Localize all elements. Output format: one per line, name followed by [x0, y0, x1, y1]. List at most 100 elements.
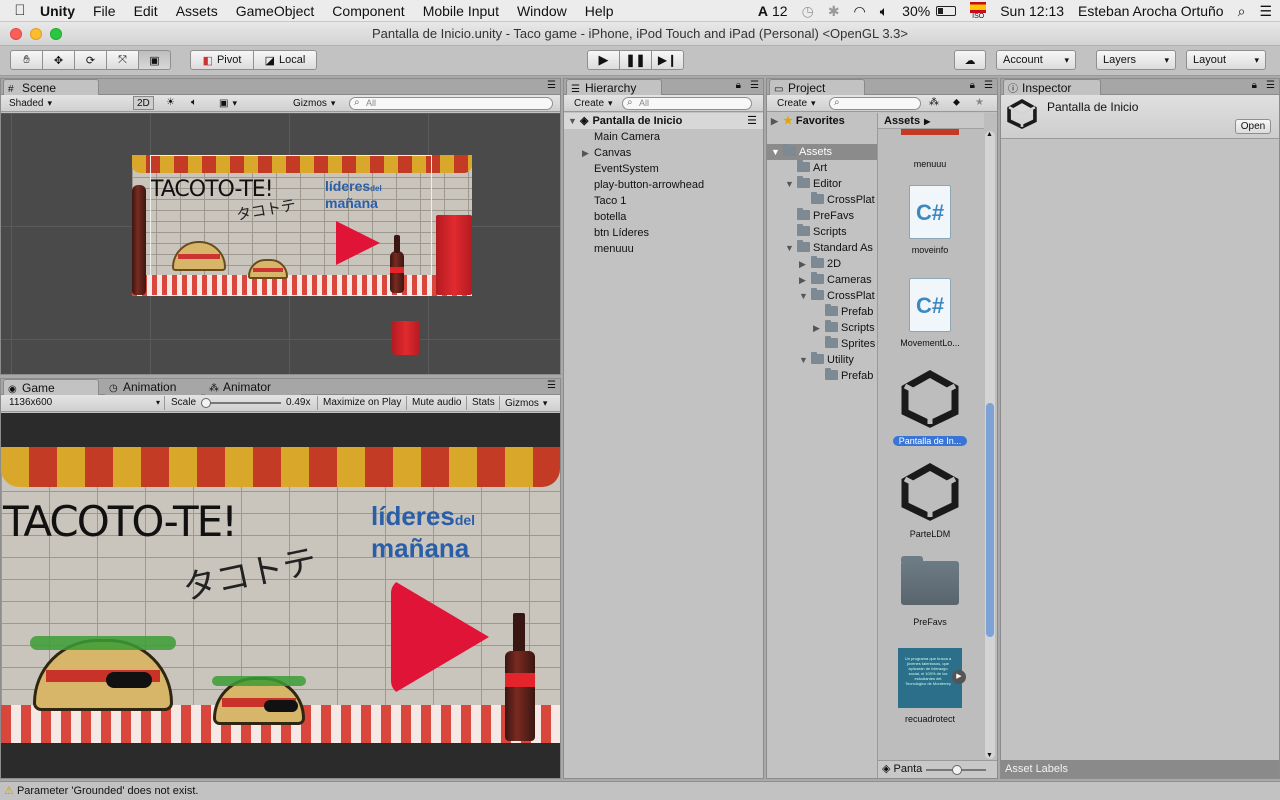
- time-machine-icon[interactable]: ◷: [802, 3, 814, 20]
- menu-file[interactable]: File: [93, 3, 116, 19]
- menu-component[interactable]: Component: [332, 3, 404, 19]
- hierarchy-create-dropdown[interactable]: Create: [574, 96, 613, 110]
- cloud-button[interactable]: ☁: [954, 50, 986, 70]
- menu-mobile-input[interactable]: Mobile Input: [423, 3, 499, 19]
- asset-scrollbar[interactable]: ▲ ▼: [985, 131, 995, 759]
- project-folder[interactable]: Scripts: [797, 224, 847, 240]
- local-toggle[interactable]: ◪ Local: [253, 50, 317, 70]
- play-button[interactable]: ▶: [587, 50, 620, 70]
- panel-menu-icon[interactable]: ☰: [1266, 80, 1275, 91]
- asset-scrollbar-thumb[interactable]: [986, 403, 994, 637]
- step-button[interactable]: ▶❙: [651, 50, 684, 70]
- scroll-down-icon[interactable]: ▼: [986, 752, 993, 759]
- asset-tile-selected[interactable]: Pantalla de In...: [885, 369, 975, 446]
- layers-dropdown[interactable]: Layers: [1096, 50, 1176, 70]
- move-tool-button[interactable]: ✥: [42, 50, 75, 70]
- asset-tile[interactable]: PreFavs: [885, 556, 975, 627]
- hierarchy-item[interactable]: ▶ Canvas: [582, 145, 631, 161]
- project-folder[interactable]: ▼ Standard As: [785, 240, 873, 256]
- adobe-icon[interactable]: A: [758, 3, 768, 19]
- menu-assets[interactable]: Assets: [176, 3, 218, 19]
- volume-icon[interactable]: 🔈︎: [880, 3, 888, 20]
- panel-menu-icon[interactable]: ☰: [750, 80, 759, 91]
- expand-arrow-icon[interactable]: ▼: [799, 352, 811, 368]
- input-source-flag[interactable]: ISO: [970, 1, 987, 21]
- asset-tile[interactable]: menuuu: [885, 129, 975, 169]
- scale-slider[interactable]: [201, 398, 281, 408]
- hierarchy-item[interactable]: Taco 1: [594, 193, 626, 209]
- project-folder[interactable]: ▼ CrossPlat: [799, 288, 875, 304]
- search-by-type-icon[interactable]: ⁂: [929, 96, 939, 110]
- lighting-icon[interactable]: ☀: [166, 96, 175, 110]
- scene-search-input[interactable]: All: [349, 97, 553, 110]
- bluetooth-icon[interactable]: ✱: [828, 3, 840, 20]
- expand-arrow-icon[interactable]: ▶: [582, 145, 594, 161]
- panel-menu-icon[interactable]: ☰: [547, 80, 556, 91]
- expand-arrow-icon[interactable]: ▼: [771, 144, 783, 160]
- tab-animator[interactable]: ⁂ Animator: [205, 379, 301, 395]
- gizmos-dropdown[interactable]: Gizmos: [293, 96, 335, 110]
- lock-icon[interactable]: 🔒︎: [970, 80, 975, 91]
- icon-size-slider-thumb[interactable]: [952, 765, 962, 775]
- menu-app-name[interactable]: Unity: [40, 3, 75, 19]
- tab-scene[interactable]: # Scene: [3, 79, 99, 95]
- tab-hierarchy[interactable]: ☰ Hierarchy: [566, 79, 662, 95]
- hierarchy-item[interactable]: botella: [594, 209, 626, 225]
- asset-labels-bar[interactable]: Asset Labels: [1001, 760, 1279, 778]
- hierarchy-search-input[interactable]: All: [622, 97, 752, 110]
- pause-button[interactable]: ❚❚: [619, 50, 652, 70]
- project-folder[interactable]: ▼ Editor: [785, 176, 842, 192]
- account-dropdown[interactable]: Account: [996, 50, 1076, 70]
- tab-project[interactable]: ▭ Project: [769, 79, 865, 95]
- game-viewport[interactable]: TACOTO-TE! タコトテ líderesdel mañana: [1, 413, 560, 778]
- project-folder[interactable]: Art: [797, 160, 827, 176]
- scene-options-icon[interactable]: ☰: [747, 113, 757, 129]
- expand-arrow-icon[interactable]: ▼: [799, 288, 811, 304]
- scene-viewport[interactable]: TACOTO-TE! タコトテ líderesdel mañana: [1, 113, 560, 374]
- tab-game[interactable]: ◉ Game: [3, 379, 99, 395]
- minimize-window-button[interactable]: [30, 28, 42, 40]
- hierarchy-item[interactable]: btn Líderes: [594, 225, 649, 241]
- search-by-label-icon[interactable]: ⬥: [953, 96, 960, 110]
- project-folder[interactable]: Prefab: [825, 304, 873, 320]
- hand-tool-button[interactable]: ✋︎: [10, 50, 43, 70]
- expand-arrow-icon[interactable]: ▶: [813, 320, 825, 336]
- menu-help[interactable]: Help: [585, 3, 614, 19]
- favorite-star-icon[interactable]: ★: [975, 96, 984, 110]
- audio-icon[interactable]: 🔈︎: [191, 96, 197, 110]
- hierarchy-scene-root[interactable]: ▼ ◈ Pantalla de Inicio ☰: [564, 113, 763, 129]
- menu-edit[interactable]: Edit: [134, 3, 158, 19]
- asset-tile[interactable]: C# MovementLo...: [885, 278, 975, 348]
- open-button[interactable]: Open: [1235, 119, 1271, 134]
- zoom-window-button[interactable]: [50, 28, 62, 40]
- expand-arrow-icon[interactable]: ▼: [785, 176, 797, 192]
- battery-percent[interactable]: 30%: [902, 3, 930, 19]
- panel-menu-icon[interactable]: ☰: [984, 80, 993, 91]
- mode-2d-toggle[interactable]: 2D: [133, 96, 154, 110]
- shading-dropdown[interactable]: Shaded: [9, 96, 123, 110]
- effects-icon[interactable]: ▣: [219, 96, 237, 110]
- scroll-up-icon[interactable]: ▲: [986, 131, 993, 138]
- lock-icon[interactable]: 🔒︎: [736, 80, 741, 91]
- wifi-icon[interactable]: ◠: [854, 3, 866, 20]
- project-folder[interactable]: ▶ Cameras: [799, 272, 872, 288]
- rotate-tool-button[interactable]: ⟳: [74, 50, 107, 70]
- menu-gameobject[interactable]: GameObject: [236, 3, 315, 19]
- assets-root-folder[interactable]: ▼ Assets: [767, 144, 877, 160]
- project-folder[interactable]: PreFavs: [797, 208, 854, 224]
- hierarchy-item[interactable]: EventSystem: [594, 161, 659, 177]
- hierarchy-item[interactable]: menuuu: [594, 241, 634, 257]
- tab-inspector[interactable]: ⓘ Inspector: [1003, 79, 1101, 95]
- user-name[interactable]: Esteban Arocha Ortuño: [1078, 3, 1224, 19]
- maximize-on-play-toggle[interactable]: Maximize on Play: [317, 396, 406, 410]
- panel-menu-icon[interactable]: ☰: [547, 380, 556, 391]
- scale-slider-thumb[interactable]: [201, 398, 211, 408]
- project-create-dropdown[interactable]: Create: [777, 96, 816, 110]
- notification-center-icon[interactable]: ☰: [1259, 3, 1272, 20]
- apple-icon[interactable]: : [0, 2, 40, 19]
- game-gizmos-dropdown[interactable]: Gizmos: [499, 396, 552, 410]
- lock-icon[interactable]: 🔒︎: [1252, 80, 1257, 91]
- hierarchy-item[interactable]: play-button-arrowhead: [594, 177, 704, 193]
- project-folder[interactable]: Prefab: [825, 368, 873, 384]
- project-folder[interactable]: ▼ Utility: [799, 352, 854, 368]
